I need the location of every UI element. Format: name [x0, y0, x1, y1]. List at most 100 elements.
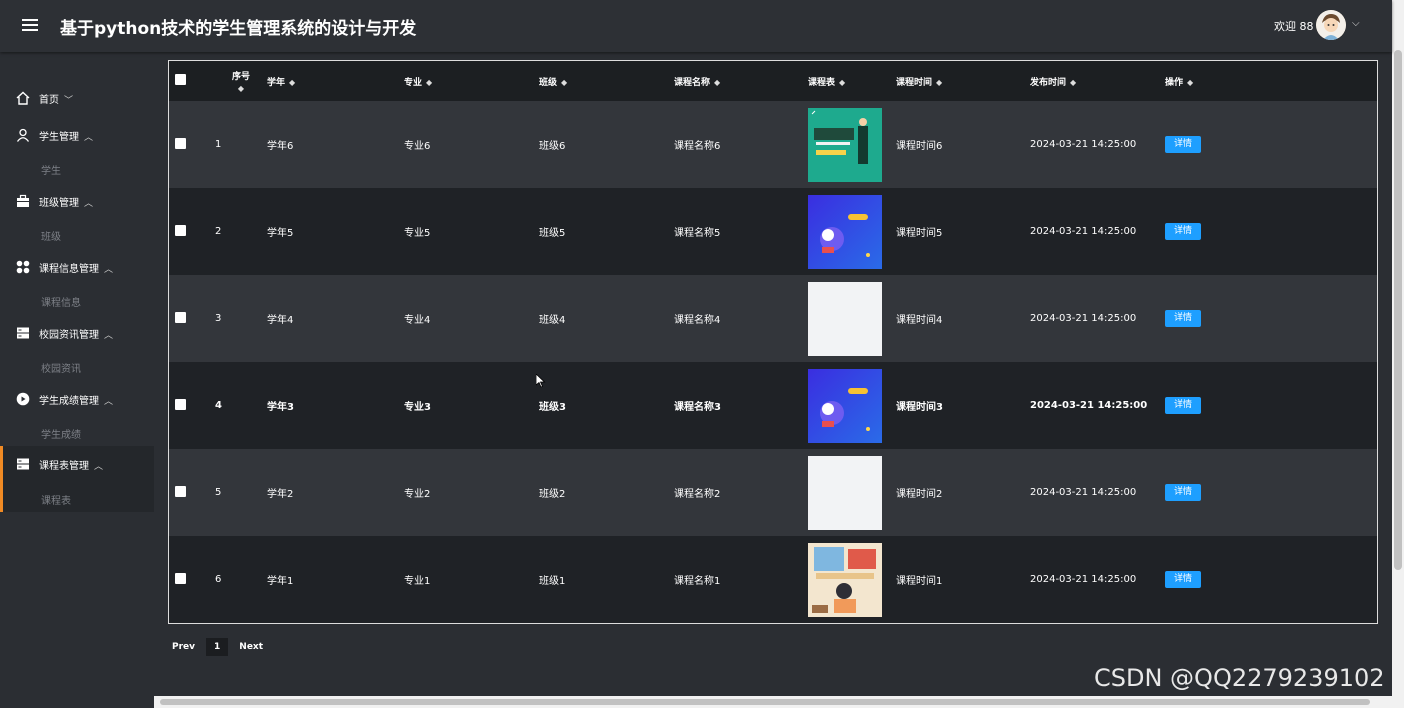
column-header-course[interactable]: 课程名称 ◆: [674, 61, 808, 101]
cell-course-time: 课程时间4: [896, 275, 1030, 362]
sidebar-item-student-mgmt[interactable]: 学生管理 ︿: [0, 117, 154, 153]
row-checkbox[interactable]: [175, 572, 186, 584]
sort-icon[interactable]: ◆: [426, 78, 432, 87]
column-header-label: 课程表: [808, 77, 836, 88]
chevron-up-icon: ︿: [104, 331, 114, 341]
vertical-scrollbar[interactable]: [1392, 0, 1404, 708]
vertical-scrollbar-thumb[interactable]: [1394, 50, 1402, 570]
prev-page-button[interactable]: Prev: [172, 642, 195, 652]
mouse-cursor-icon: [536, 374, 546, 388]
schedule-thumbnail-blank[interactable]: [808, 455, 882, 530]
cell-published: 2024-03-21 14:25:00: [1030, 275, 1165, 362]
sidebar-subitem-schedule[interactable]: 课程表: [0, 484, 154, 512]
column-header-major[interactable]: 专业 ◆: [404, 61, 539, 101]
row-checkbox[interactable]: [175, 224, 186, 236]
schedule-table: 序号 ◆ 学年 ◆ 专业 ◆ 班级 ◆ 课程名称 ◆ 课程表 ◆ 课程时间 ◆ 发布时间 ◆ 操…: [168, 60, 1378, 624]
cell-year: 学年2: [267, 449, 404, 536]
sort-icon[interactable]: ◆: [1070, 78, 1076, 87]
column-header-course-time[interactable]: 课程时间 ◆: [896, 61, 1030, 101]
cell-index: 2: [215, 188, 267, 275]
cell-course: 课程名称6: [674, 101, 808, 188]
detail-button[interactable]: 详情: [1165, 310, 1201, 327]
table-row: 6 学年1 专业1 班级1 课程名称1 课程时间1 2024-03-21 14:…: [169, 536, 1377, 623]
detail-button[interactable]: 详情: [1165, 484, 1201, 501]
sort-icon[interactable]: ◆: [561, 78, 567, 87]
column-header-actions[interactable]: 操作 ◆: [1165, 61, 1271, 101]
user-dropdown-chevron-icon[interactable]: ⌵: [1352, 18, 1360, 29]
schedule-thumbnail-blank[interactable]: [808, 281, 882, 356]
row-checkbox[interactable]: [175, 311, 186, 323]
sidebar-subitem-grade[interactable]: 学生成绩: [0, 418, 154, 446]
cell-actions: 详情: [1165, 188, 1271, 275]
sort-icon[interactable]: ◆: [289, 78, 295, 87]
sidebar-subitem-class[interactable]: 班级: [0, 220, 154, 248]
detail-button[interactable]: 详情: [1165, 136, 1201, 153]
sidebar-item-campus-news-mgmt[interactable]: 校园资讯管理 ︿: [0, 315, 154, 351]
sidebar-item-home[interactable]: 首页 ﹀: [0, 80, 154, 116]
column-header-label: 序号: [231, 72, 250, 82]
column-header-class[interactable]: 班级 ◆: [539, 61, 674, 101]
sort-icon[interactable]: ◆: [839, 78, 845, 87]
detail-button[interactable]: 详情: [1165, 397, 1201, 414]
sort-icon[interactable]: ◆: [215, 84, 267, 93]
sidebar-item-grade-mgmt[interactable]: 学生成绩管理 ︿: [0, 381, 154, 417]
column-header-schedule-image[interactable]: 课程表 ◆: [808, 61, 896, 101]
pagination: Prev 1 Next: [172, 638, 263, 656]
cell-class: 班级6: [539, 101, 674, 188]
cell-course-time: 课程时间5: [896, 188, 1030, 275]
cell-actions: 详情: [1165, 449, 1271, 536]
sidebar-subitem-course-info[interactable]: 课程信息: [0, 286, 154, 314]
cell-class: 班级1: [539, 536, 674, 623]
cell-course: 课程名称3: [674, 362, 808, 449]
row-checkbox[interactable]: [175, 485, 186, 497]
home-icon: [16, 91, 30, 105]
sidebar-subitem-label: 学生: [41, 166, 61, 177]
row-checkbox[interactable]: [175, 137, 186, 149]
page-number-button[interactable]: 1: [206, 638, 229, 656]
sort-icon[interactable]: ◆: [714, 78, 720, 87]
detail-button[interactable]: 详情: [1165, 223, 1201, 240]
column-header-label: 学年: [267, 77, 286, 88]
sort-icon[interactable]: ◆: [936, 78, 942, 87]
sidebar-subitem-label: 课程信息: [41, 298, 81, 309]
horizontal-scrollbar[interactable]: [154, 696, 1392, 708]
next-page-button[interactable]: Next: [239, 642, 263, 652]
schedule-thumbnail-blue-illustration[interactable]: [808, 368, 882, 443]
column-header-index[interactable]: 序号 ◆: [215, 61, 267, 101]
server-icon: [17, 458, 29, 470]
column-header-year[interactable]: 学年 ◆: [267, 61, 404, 101]
cell-major: 专业3: [404, 362, 539, 449]
sidebar-subitem-label: 学生成绩: [41, 430, 81, 441]
chevron-up-icon: ︿: [104, 397, 114, 407]
cell-published: 2024-03-21 14:25:00: [1030, 536, 1165, 623]
cell-major: 专业5: [404, 188, 539, 275]
schedule-thumbnail-classroom-illustration[interactable]: [808, 542, 882, 617]
sidebar-item-label: 首页: [39, 95, 59, 106]
cell-course: 课程名称5: [674, 188, 808, 275]
column-header-label: 专业: [404, 77, 423, 88]
horizontal-scrollbar-thumb[interactable]: [160, 699, 1370, 705]
row-checkbox[interactable]: [175, 398, 186, 410]
table-row: 4 学年3 专业3 班级3 课程名称3 课程时间3 2024-03-21 14:…: [169, 362, 1377, 449]
table-row: 5 学年2 专业2 班级2 课程名称2 课程时间2 2024-03-21 14:…: [169, 449, 1377, 536]
sidebar-item-label: 班级管理: [39, 198, 79, 209]
cell-schedule-image: [808, 101, 896, 188]
schedule-thumbnail-blue-illustration[interactable]: [808, 194, 882, 269]
cell-course-time: 课程时间3: [896, 362, 1030, 449]
avatar[interactable]: [1316, 10, 1346, 40]
sidebar-item-label: 课程表管理: [39, 461, 89, 472]
hamburger-menu-icon[interactable]: [22, 16, 38, 36]
sidebar-subitem-campus-news[interactable]: 校园资讯: [0, 352, 154, 380]
detail-button[interactable]: 详情: [1165, 571, 1201, 588]
sidebar-subitem-student[interactable]: 学生: [0, 154, 154, 182]
cell-major: 专业2: [404, 449, 539, 536]
sidebar-item-course-info-mgmt[interactable]: 课程信息管理 ︿: [0, 249, 154, 285]
sidebar-item-class-mgmt[interactable]: 班级管理 ︿: [0, 183, 154, 219]
schedule-thumbnail-green-poster[interactable]: [808, 107, 882, 182]
select-all-checkbox[interactable]: [175, 74, 186, 85]
column-header-published[interactable]: 发布时间 ◆: [1030, 61, 1165, 101]
cell-year: 学年5: [267, 188, 404, 275]
chevron-up-icon: ︿: [84, 199, 94, 209]
sort-icon[interactable]: ◆: [1187, 78, 1193, 87]
chevron-down-icon: ﹀: [64, 96, 74, 106]
